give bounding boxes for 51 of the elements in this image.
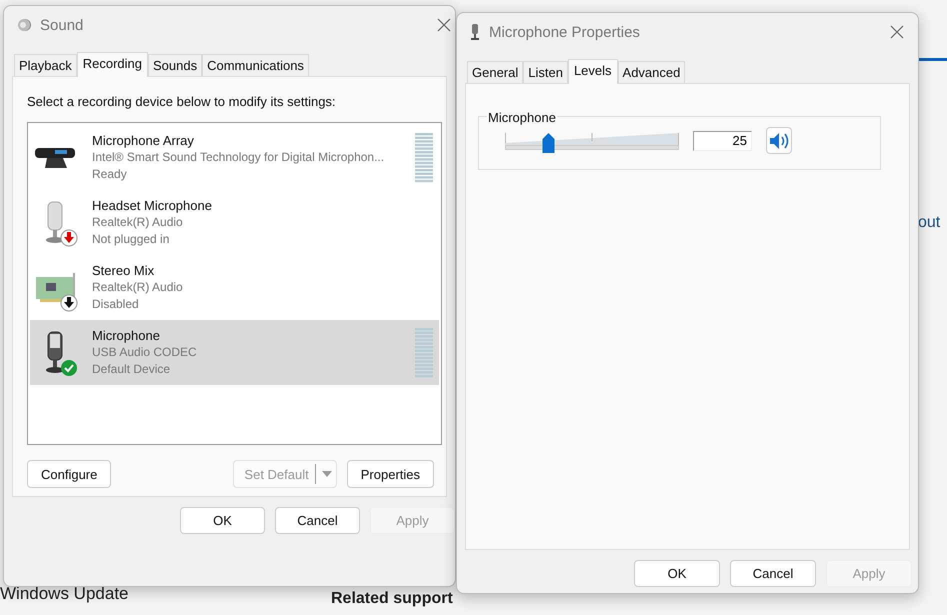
- tab[interactable]: Advanced: [618, 61, 686, 83]
- ok-button[interactable]: OK: [634, 560, 720, 587]
- device-name: Microphone Array: [92, 132, 195, 149]
- section-heading: Related support: [331, 590, 453, 608]
- window-title: Sound: [40, 16, 84, 34]
- device-driver: USB Audio CODEC: [92, 344, 197, 361]
- group-label: Microphone: [487, 110, 557, 125]
- device-row[interactable]: Headset Microphone Realtek(R) Audio Not plugged in: [30, 190, 439, 255]
- cancel-button[interactable]: Cancel: [275, 507, 360, 534]
- tab[interactable]: General: [467, 61, 524, 83]
- tab[interactable]: Listen: [523, 61, 568, 83]
- device-name: Microphone: [92, 327, 161, 344]
- device-driver: Realtek(R) Audio: [92, 214, 184, 231]
- camera-bar-icon: [33, 146, 77, 170]
- device-name: Stereo Mix: [92, 262, 156, 279]
- device-row[interactable]: Microphone Array Intel® Smart Sound Technology for Digital Microphon... Ready: [30, 125, 439, 190]
- accent-line: [918, 58, 947, 61]
- tab[interactable]: Levels: [568, 59, 618, 84]
- check-badge-icon: [60, 358, 78, 376]
- window-title: Microphone Properties: [489, 24, 640, 40]
- device-driver: Intel® Smart Sound Technology for Digital Microphon...: [92, 149, 384, 166]
- microphone-icon: [45, 201, 65, 244]
- down-arrow-badge-icon: [60, 294, 78, 312]
- level-input[interactable]: 25: [693, 130, 752, 150]
- down-arrow-badge-icon: [60, 228, 78, 246]
- device-status: Ready: [92, 166, 128, 183]
- speaker-icon: [16, 17, 32, 33]
- device-row[interactable]: Stereo Mix Realtek(R) Audio Disabled: [30, 255, 439, 320]
- properties-button[interactable]: Properties: [346, 460, 434, 488]
- tab[interactable]: Playback: [14, 54, 77, 76]
- device-name: Headset Microphone: [92, 197, 212, 214]
- device-driver: Realtek(R) Audio: [92, 279, 183, 296]
- device-status: Not plugged in: [92, 231, 170, 248]
- instruction-text: Select a recording device below to modify its settings:: [27, 94, 337, 109]
- device-status: Default Device: [92, 361, 172, 378]
- microphone-icon: [45, 331, 65, 374]
- configure-button[interactable]: Configure: [27, 460, 112, 488]
- close-icon[interactable]: [437, 18, 451, 32]
- speaker-button[interactable]: [766, 127, 792, 154]
- device-row[interactable]: Microphone USB Audio CODEC Default Device: [30, 320, 439, 385]
- cancel-button[interactable]: Cancel: [730, 560, 816, 587]
- device-status: Disabled: [92, 296, 140, 313]
- tab[interactable]: Communications: [202, 54, 309, 76]
- nav-item[interactable]: Windows Update: [0, 584, 129, 604]
- ok-button[interactable]: OK: [180, 507, 265, 534]
- circuit-board-icon: [34, 272, 76, 303]
- tab[interactable]: Sounds: [148, 54, 202, 76]
- microphone-icon: [469, 23, 481, 41]
- link[interactable]: out: [918, 214, 940, 232]
- close-icon[interactable]: [890, 25, 904, 39]
- tab[interactable]: Recording: [76, 52, 148, 77]
